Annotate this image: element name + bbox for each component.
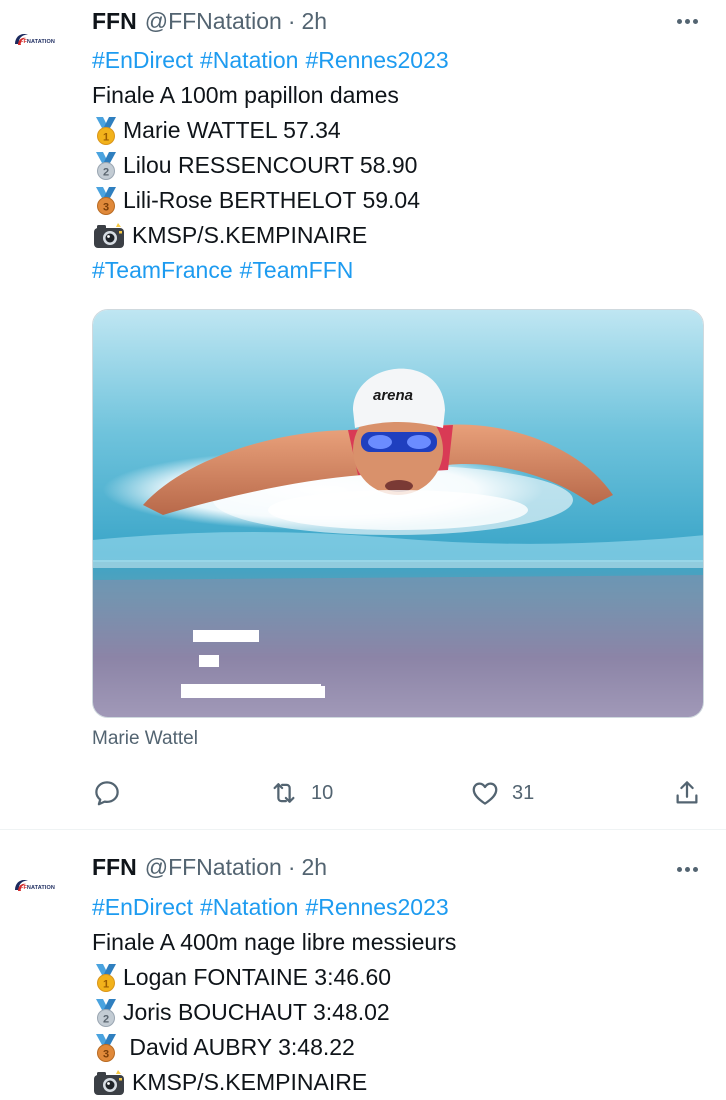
result-line: Logan FONTAINE 3:46.60 (92, 960, 712, 995)
result-line: Lilou RESSENCOURT 58.90 (92, 148, 712, 183)
gold-medal-icon (92, 963, 120, 993)
camera-flash-icon (92, 1068, 126, 1098)
like-count: 31 (512, 781, 535, 804)
result-text: Lili-Rose BERTHELOT 59.04 (123, 187, 421, 213)
hashtag-link[interactable]: #Natation (200, 43, 298, 78)
result-text: David AUBRY 3:48.22 (123, 1034, 355, 1060)
share-button[interactable] (672, 773, 702, 813)
author-handle[interactable]: @FFNatation (145, 854, 282, 881)
more-options-button[interactable] (672, 854, 702, 884)
hashtag-link[interactable]: #TeamFFN (240, 253, 354, 288)
author-name[interactable]: FFN (92, 8, 137, 35)
silver-medal-icon (92, 998, 120, 1028)
tweet-actions: 10 31 (92, 773, 712, 813)
hashtag-link[interactable]: #Rennes2023 (305, 890, 448, 925)
heart-icon (472, 782, 498, 805)
hashtag-link[interactable]: #Rennes2023 (305, 43, 448, 78)
bronze-medal-icon (92, 186, 120, 216)
hashtag-link[interactable]: #TeamFrance (92, 253, 233, 288)
more-dot-icon (676, 866, 682, 872)
cap-brand: arena (373, 387, 413, 404)
result-text: Marie WATTEL 57.34 (123, 117, 341, 143)
photo-caption: Marie Wattel (92, 728, 198, 749)
photo-credit-line: KMSP/S.KEMPINAIRE (92, 1065, 712, 1100)
hashtag-line: #EnDirect #Natation #Rennes2023 (92, 43, 712, 78)
reply-icon (95, 781, 119, 806)
photo-credit-line: KMSP/S.KEMPINAIRE (92, 218, 712, 253)
result-text: Logan FONTAINE 3:46.60 (123, 964, 392, 990)
more-dot-icon (684, 866, 690, 872)
hashtag-line: #EnDirect #Natation #Rennes2023 (92, 890, 712, 925)
ffn-avatar[interactable]: FFNATATION (12, 876, 66, 896)
bronze-medal-icon (92, 1033, 120, 1063)
like-button[interactable]: 31 (470, 773, 534, 813)
retweet-button[interactable]: 10 (269, 773, 333, 813)
more-dot-icon (692, 866, 698, 872)
tweet-photo[interactable]: arena (92, 309, 704, 718)
result-text: Lilou RESSENCOURT 58.90 (123, 152, 418, 178)
gold-medal-icon (92, 116, 120, 146)
reply-button[interactable] (92, 773, 122, 813)
hashtag-link[interactable]: #EnDirect (92, 43, 193, 78)
swimmer-photo: arena (93, 310, 703, 717)
retweet-icon (273, 783, 295, 803)
avatar-brand: FFNATATION (20, 885, 55, 891)
tweet[interactable]: FFNATATION FFN @FFNatation · 2h #EnDirec… (0, 0, 726, 830)
result-text: Joris BOUCHAUT 3:48.02 (123, 999, 390, 1025)
silver-medal-icon (92, 151, 120, 181)
result-line: Marie WATTEL 57.34 (92, 113, 712, 148)
more-options-button[interactable] (672, 6, 702, 36)
tweet-text: #EnDirect #Natation #Rennes2023 Finale A… (92, 890, 712, 1100)
more-dot-icon (684, 18, 690, 24)
photo-credit: KMSP/S.KEMPINAIRE (132, 1069, 368, 1095)
timestamp[interactable]: 2h (302, 854, 328, 881)
hashtag-line: #TeamFrance #TeamFFN (92, 253, 712, 288)
hashtag-link[interactable]: #EnDirect (92, 890, 193, 925)
tweet-header: FFN @FFNatation · 2h (92, 852, 327, 882)
camera-flash-icon (92, 221, 126, 251)
tweet-header: FFN @FFNatation · 2h (92, 6, 327, 36)
separator: · (287, 853, 296, 880)
event-title: Finale A 400m nage libre messieurs (92, 929, 457, 955)
timestamp[interactable]: 2h (302, 8, 328, 35)
result-line: David AUBRY 3:48.22 (92, 1030, 712, 1065)
author-handle[interactable]: @FFNatation (145, 8, 282, 35)
photo-credit: KMSP/S.KEMPINAIRE (132, 222, 368, 248)
tweet-text: #EnDirect #Natation #Rennes2023 Finale A… (92, 43, 712, 288)
more-dot-icon (676, 18, 682, 24)
tweet[interactable]: FFNATATION FFN @FFNatation · 2h #EnDirec… (0, 830, 726, 1100)
result-line: Joris BOUCHAUT 3:48.02 (92, 995, 712, 1030)
separator: · (287, 7, 296, 34)
author-name[interactable]: FFN (92, 854, 137, 881)
result-line: Lili-Rose BERTHELOT 59.04 (92, 183, 712, 218)
more-dot-icon (692, 18, 698, 24)
share-icon (676, 781, 698, 804)
event-title: Finale A 100m papillon dames (92, 82, 399, 108)
retweet-count: 10 (311, 781, 334, 804)
hashtag-link[interactable]: #Natation (200, 890, 298, 925)
avatar-brand: FFNATATION (20, 39, 55, 45)
ffn-avatar[interactable]: FFNATATION (12, 30, 66, 50)
